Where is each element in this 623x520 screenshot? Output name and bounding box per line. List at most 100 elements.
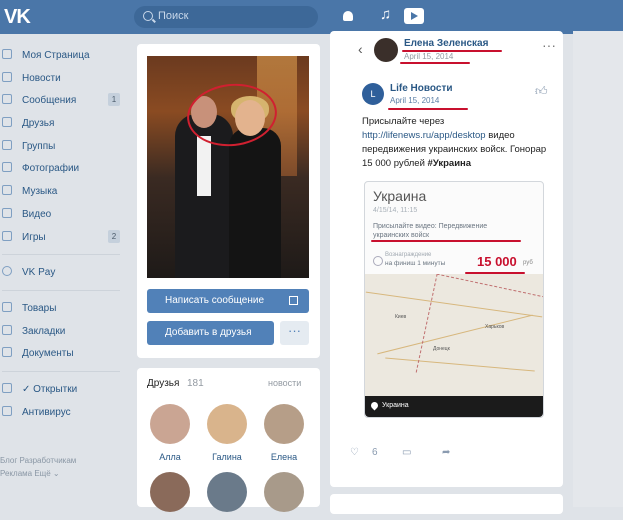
- share-icon[interactable]: ➦: [442, 447, 450, 458]
- search-input[interactable]: Поиск: [134, 6, 318, 28]
- map-label: Харьков: [485, 324, 505, 330]
- map-label: Киев: [395, 314, 407, 320]
- source-date[interactable]: April 15, 2014: [390, 96, 439, 105]
- source-avatar[interactable]: L: [362, 83, 384, 105]
- post-hashtag[interactable]: #Украина: [428, 158, 472, 169]
- sidebar-item-postcards[interactable]: ✓ Открытки: [0, 378, 128, 401]
- send-message-button[interactable]: Написать сообщение: [147, 289, 309, 313]
- post-link[interactable]: http://lifenews.ru/app/desktop: [362, 130, 486, 141]
- footer-links-2[interactable]: Реклама Ещё ⌄: [0, 467, 76, 480]
- friends-title[interactable]: Друзья: [147, 378, 179, 389]
- post-menu-button[interactable]: ···: [542, 37, 556, 53]
- red-underline: [388, 108, 468, 110]
- friend-item[interactable]: Алла: [145, 404, 195, 462]
- vk-logo[interactable]: VK: [4, 6, 31, 29]
- games-icon: [2, 230, 12, 241]
- sidebar-item-label: Друзья: [22, 118, 55, 130]
- sidebar-footer: Блог Разработчикам Реклама Ещё ⌄: [0, 454, 76, 480]
- sidebar-item-antivirus[interactable]: Антивирус: [0, 401, 128, 424]
- messages-count-badge: 1: [108, 93, 120, 107]
- map-label: Донецк: [433, 346, 450, 352]
- bell-icon[interactable]: [343, 11, 353, 21]
- back-chevron-icon[interactable]: ‹: [358, 41, 363, 57]
- home-icon: [2, 49, 12, 59]
- map-caption: Украина: [382, 402, 409, 409]
- sidebar-item-groups[interactable]: Группы: [0, 135, 128, 158]
- add-friend-label: Добавить в друзья: [165, 327, 252, 338]
- sidebar-item-label: Группы: [22, 140, 56, 152]
- music-note-icon[interactable]: ♫: [380, 6, 391, 23]
- post-author-name[interactable]: Елена Зеленская: [404, 38, 488, 49]
- avatar: [264, 472, 304, 512]
- post-text: Присылайте через http://lifenews.ru/app/…: [362, 115, 552, 171]
- post-card: ‹ Елена Зеленская April 15, 2014 ··· L L…: [330, 31, 563, 487]
- search-icon: [143, 11, 153, 21]
- sidebar-item-games[interactable]: Игры 2: [0, 226, 128, 249]
- video-play-icon[interactable]: [404, 8, 424, 24]
- friend-item[interactable]: [202, 472, 252, 520]
- post-actions: ♡ 6 ▭ ➦: [350, 445, 550, 465]
- more-actions-button[interactable]: ···: [280, 321, 309, 345]
- sidebar-item-bookmarks[interactable]: Закладки: [0, 320, 128, 343]
- red-underline: [371, 240, 521, 242]
- sidebar-item-label: Моя Страница: [22, 50, 90, 61]
- friend-item[interactable]: [259, 472, 309, 520]
- games-count-badge: 2: [108, 229, 120, 243]
- like-heart-icon[interactable]: ♡: [350, 447, 359, 458]
- news-icon: [2, 71, 12, 82]
- snippet-description: Присылайте видео: Передвижение украински…: [373, 223, 488, 239]
- avatar[interactable]: [374, 38, 398, 62]
- apps-icon: [2, 382, 12, 393]
- location-pin-icon: [369, 400, 380, 411]
- avatar: [207, 472, 247, 512]
- video-icon: [2, 207, 12, 218]
- sidebar-item-label: Новости: [22, 72, 61, 84]
- sidebar-item-video[interactable]: Видео: [0, 203, 128, 226]
- messages-icon: [2, 94, 12, 105]
- snippet-date: 4/15/14, 11:15: [373, 207, 418, 214]
- avatar: [150, 472, 190, 512]
- snippet-title: Украина: [373, 188, 427, 204]
- next-post-card: [330, 494, 563, 514]
- sidebar-item-label: Документы: [22, 348, 74, 360]
- post-date[interactable]: April 15, 2014: [404, 52, 453, 61]
- sidebar-item-label: Закладки: [22, 325, 66, 337]
- friend-item[interactable]: [145, 472, 195, 520]
- thumbs-up-icon[interactable]: 👍︎: [535, 84, 548, 99]
- map-preview[interactable]: Киев Донецк Харьков: [365, 274, 543, 396]
- sidebar-item-goods[interactable]: Товары: [0, 297, 128, 320]
- friend-name: Алла: [159, 452, 181, 462]
- sidebar-item-messages[interactable]: Сообщения 1: [0, 89, 128, 112]
- friends-news-link[interactable]: новости: [268, 378, 301, 388]
- friend-item[interactable]: Галина: [202, 404, 252, 462]
- friends-card: Друзья 181 новости Алла Галина Елена: [137, 368, 320, 512]
- sidebar-item-label: Игры: [22, 231, 46, 243]
- sidebar-item-vk-pay[interactable]: VK Pay: [0, 261, 128, 284]
- gift-icon[interactable]: [289, 296, 298, 305]
- sidebar-item-music[interactable]: Музыка: [0, 180, 128, 203]
- sidebar-item-label: Сообщения: [22, 95, 77, 107]
- add-friend-button[interactable]: Добавить в друзья: [147, 321, 274, 345]
- sidebar-item-my-page[interactable]: Моя Страница: [0, 44, 128, 67]
- profile-photo[interactable]: [147, 56, 309, 278]
- avatar: [207, 404, 247, 444]
- post-text-part: Присылайте через: [362, 116, 445, 127]
- profile-card: Написать сообщение Добавить в друзья ···: [137, 44, 320, 358]
- sidebar-item-photos[interactable]: Фотографии: [0, 157, 128, 180]
- sidebar-item-news[interactable]: Новости: [0, 67, 128, 90]
- avatar: [264, 404, 304, 444]
- attached-snippet[interactable]: Украина 4/15/14, 11:15 Присылайте видео:…: [364, 181, 544, 418]
- reward-currency: руб: [523, 260, 533, 266]
- sidebar-item-label: Музыка: [22, 186, 58, 198]
- comment-icon[interactable]: ▭: [402, 447, 411, 458]
- sidebar-item-label: VK Pay: [22, 267, 56, 279]
- reward-row: Вознаграждение на финиш 1 минуты 15 000 …: [373, 252, 539, 274]
- sidebar-item-documents[interactable]: Документы: [0, 342, 128, 365]
- sidebar-item-label: Видео: [22, 208, 52, 220]
- sidebar-item-label: ✓ Открытки: [22, 383, 78, 395]
- friend-item[interactable]: Елена: [259, 404, 309, 462]
- footer-links-1[interactable]: Блог Разработчикам: [0, 454, 76, 467]
- sidebar-item-friends[interactable]: Друзья: [0, 112, 128, 135]
- source-name[interactable]: Life Новости: [390, 83, 453, 94]
- bookmarks-icon: [2, 324, 12, 335]
